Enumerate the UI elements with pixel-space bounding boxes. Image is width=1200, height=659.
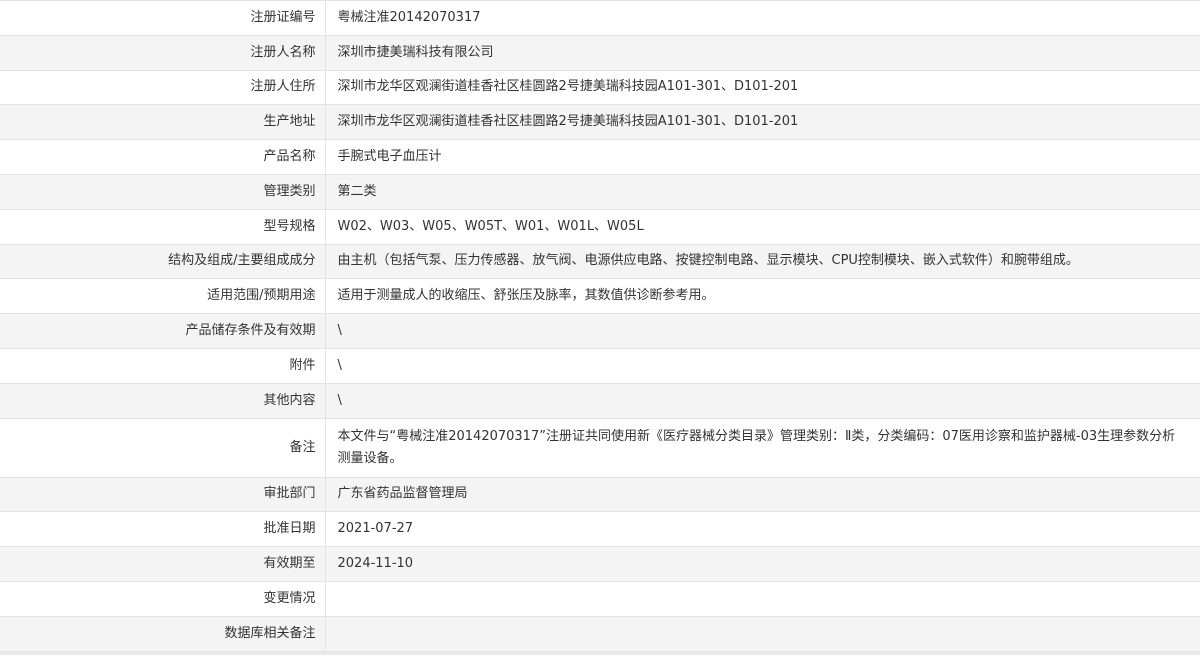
registration-record-table: 注册证编号 粤械注准20142070317 注册人名称 深圳市捷美瑞科技有限公司… xyxy=(0,0,1200,652)
row-management-category: 管理类别 第二类 xyxy=(0,173,1200,210)
row-database-remarks: 数据库相关备注 xyxy=(0,615,1200,652)
row-change-status: 变更情况 xyxy=(0,580,1200,617)
row-value xyxy=(325,580,1200,617)
row-label: 变更情况 xyxy=(0,580,326,617)
row-label: 型号规格 xyxy=(0,208,326,245)
row-label: 结构及组成/主要组成成分 xyxy=(0,243,326,280)
row-approval-department: 审批部门 广东省药品监督管理局 xyxy=(0,476,1200,513)
row-label: 附件 xyxy=(0,347,326,384)
row-value: 深圳市龙华区观澜街道桂香社区桂圆路2号捷美瑞科技园A101-301、D101-2… xyxy=(325,104,1200,141)
row-value: W02、W03、W05、W05T、W01、W01L、W05L xyxy=(325,208,1200,245)
row-approval-date: 批准日期 2021-07-27 xyxy=(0,511,1200,548)
row-remarks: 备注 本文件与“粤械注准20142070317”注册证共同使用新《医疗器械分类目… xyxy=(0,417,1200,478)
row-registrant-name: 注册人名称 深圳市捷美瑞科技有限公司 xyxy=(0,34,1200,71)
row-production-address: 生产地址 深圳市龙华区观澜街道桂香社区桂圆路2号捷美瑞科技园A101-301、D… xyxy=(0,104,1200,141)
row-registration-number: 注册证编号 粤械注准20142070317 xyxy=(0,0,1200,36)
row-value: 本文件与“粤械注准20142070317”注册证共同使用新《医疗器械分类目录》管… xyxy=(325,417,1200,478)
row-valid-until: 有效期至 2024-11-10 xyxy=(0,546,1200,582)
row-label: 管理类别 xyxy=(0,173,326,210)
row-product-name: 产品名称 手腕式电子血压计 xyxy=(0,139,1200,175)
row-value: \ xyxy=(325,347,1200,384)
row-registrant-address: 注册人住所 深圳市龙华区观澜街道桂香社区桂圆路2号捷美瑞科技园A101-301、… xyxy=(0,69,1200,106)
row-value: \ xyxy=(325,313,1200,349)
bottom-divider xyxy=(0,651,1200,655)
row-value: 手腕式电子血压计 xyxy=(325,139,1200,175)
row-attachments: 附件 \ xyxy=(0,347,1200,384)
row-label: 批准日期 xyxy=(0,511,326,548)
row-label: 适用范围/预期用途 xyxy=(0,278,326,315)
row-label: 数据库相关备注 xyxy=(0,615,326,652)
row-label: 审批部门 xyxy=(0,476,326,513)
row-label: 有效期至 xyxy=(0,546,326,582)
row-value: 适用于测量成人的收缩压、舒张压及脉率，其数值供诊断参考用。 xyxy=(325,278,1200,315)
row-value: \ xyxy=(325,382,1200,419)
row-label: 产品储存条件及有效期 xyxy=(0,313,326,349)
row-label: 其他内容 xyxy=(0,382,326,419)
row-value: 2024-11-10 xyxy=(325,546,1200,582)
row-value: 2021-07-27 xyxy=(325,511,1200,548)
row-value: 第二类 xyxy=(325,173,1200,210)
row-value xyxy=(325,615,1200,652)
row-structure-composition: 结构及组成/主要组成成分 由主机（包括气泵、压力传感器、放气阀、电源供应电路、按… xyxy=(0,243,1200,280)
row-value: 深圳市捷美瑞科技有限公司 xyxy=(325,34,1200,71)
row-label: 生产地址 xyxy=(0,104,326,141)
row-label: 注册人住所 xyxy=(0,69,326,106)
row-label: 备注 xyxy=(0,417,326,478)
row-label: 注册证编号 xyxy=(0,0,326,36)
row-value: 深圳市龙华区观澜街道桂香社区桂圆路2号捷美瑞科技园A101-301、D101-2… xyxy=(325,69,1200,106)
row-intended-use: 适用范围/预期用途 适用于测量成人的收缩压、舒张压及脉率，其数值供诊断参考用。 xyxy=(0,278,1200,315)
row-storage-validity: 产品储存条件及有效期 \ xyxy=(0,313,1200,349)
row-value: 广东省药品监督管理局 xyxy=(325,476,1200,513)
row-label: 注册人名称 xyxy=(0,34,326,71)
row-value: 由主机（包括气泵、压力传感器、放气阀、电源供应电路、按键控制电路、显示模块、CP… xyxy=(325,243,1200,280)
row-model-spec: 型号规格 W02、W03、W05、W05T、W01、W01L、W05L xyxy=(0,208,1200,245)
row-label: 产品名称 xyxy=(0,139,326,175)
row-other-content: 其他内容 \ xyxy=(0,382,1200,419)
row-value: 粤械注准20142070317 xyxy=(325,0,1200,36)
